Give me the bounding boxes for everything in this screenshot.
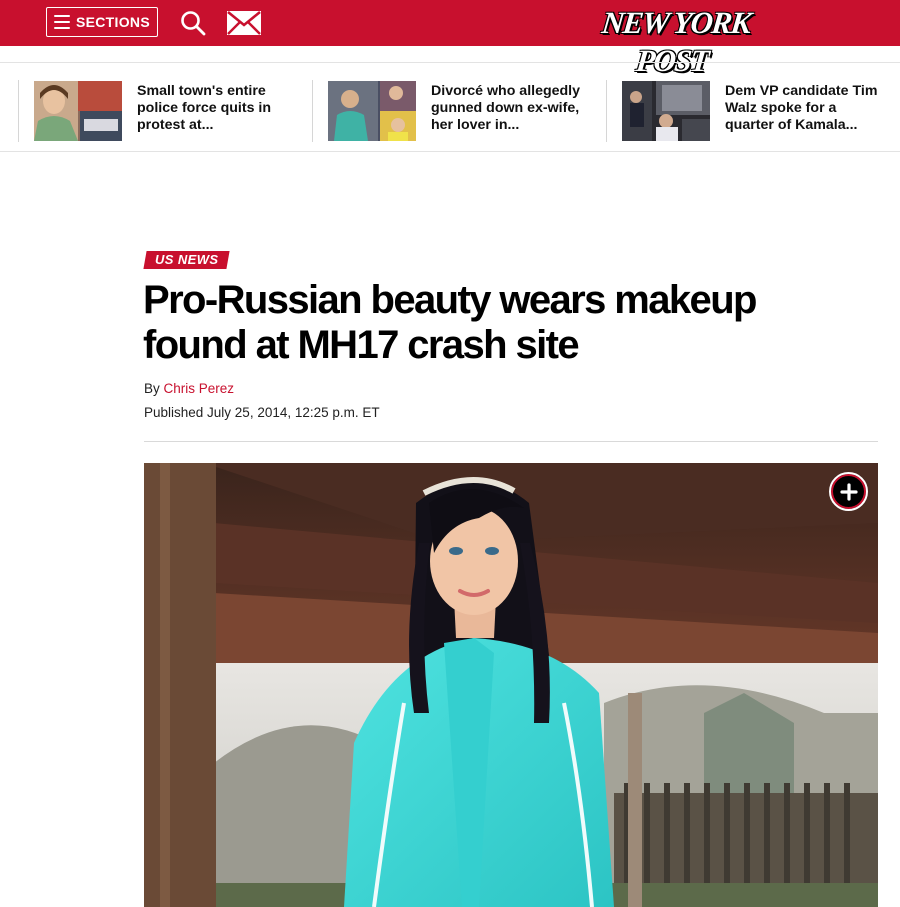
trending-strip: Small town's entire police force quits i… — [0, 62, 900, 152]
plus-icon — [839, 482, 858, 501]
menu-icon — [54, 15, 70, 29]
divider — [606, 80, 607, 142]
author-link[interactable]: Chris Perez — [164, 381, 235, 396]
section-kicker[interactable]: US NEWS — [143, 251, 231, 269]
trending-thumbnail[interactable] — [328, 81, 416, 141]
trending-headline[interactable]: Divorcé who allegedly gunned down ex-wif… — [431, 81, 591, 141]
kicker-label: US NEWS — [155, 252, 219, 267]
trending-thumbnail[interactable] — [622, 81, 710, 141]
trending-headline[interactable]: Small town's entire police force quits i… — [137, 81, 297, 141]
divider — [312, 80, 313, 142]
divider — [18, 80, 19, 142]
trending-thumbnail[interactable] — [34, 81, 122, 141]
byline-prefix: By — [144, 381, 160, 396]
trending-headline[interactable]: Dem VP candidate Tim Walz spoke for a qu… — [725, 81, 885, 141]
search-icon[interactable] — [180, 10, 206, 36]
sections-button[interactable]: SECTIONS — [46, 7, 158, 37]
trending-item-2[interactable]: Divorcé who allegedly gunned down ex-wif… — [328, 81, 591, 141]
divider — [144, 441, 878, 442]
site-logo[interactable]: NEW YORK POST — [566, 4, 786, 78]
mail-icon[interactable] — [227, 11, 261, 35]
byline: By Chris Perez — [144, 381, 234, 396]
top-nav-bar: SECTIONS NEW YORK POST — [0, 0, 900, 78]
trending-item-3[interactable]: Dem VP candidate Tim Walz spoke for a qu… — [622, 81, 885, 141]
published-date: Published July 25, 2014, 12:25 p.m. ET — [144, 405, 380, 420]
expand-photo-button[interactable] — [829, 472, 868, 511]
sections-label: SECTIONS — [76, 14, 150, 30]
article-photo[interactable] — [144, 463, 878, 907]
article-headline: Pro-Russian beauty wears makeup found at… — [143, 278, 757, 367]
trending-item-1[interactable]: Small town's entire police force quits i… — [34, 81, 297, 141]
